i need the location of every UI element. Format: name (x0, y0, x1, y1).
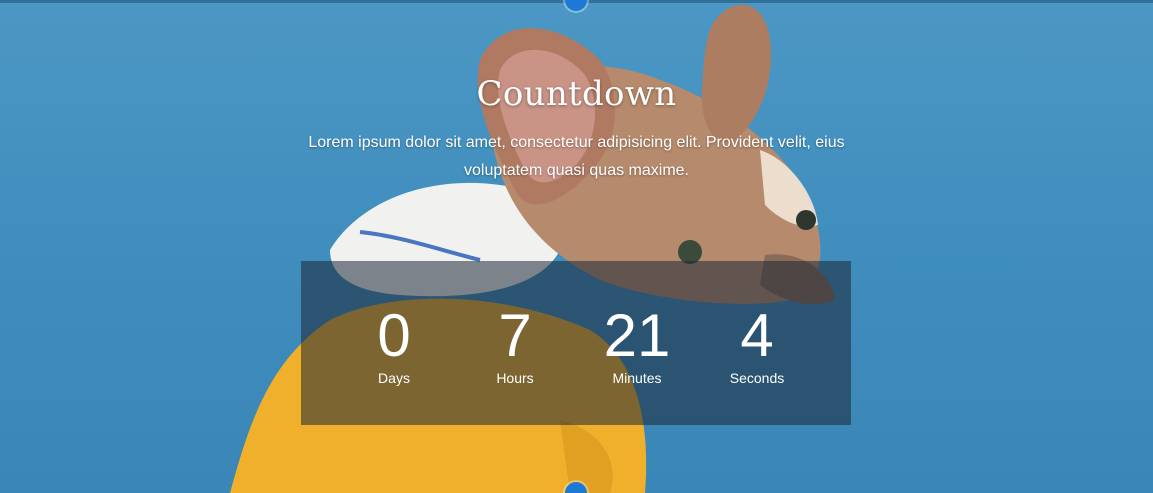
countdown-days: 0 Days (334, 303, 454, 387)
seconds-label: Seconds (729, 370, 785, 386)
countdown-minutes: 21 Minutes (577, 303, 697, 387)
countdown-seconds: 4 Seconds (697, 303, 817, 387)
countdown-panel: 0 Days 7 Hours 21 Minutes 4 Seconds (301, 261, 851, 425)
hours-label: Hours (496, 370, 534, 386)
countdown-hours: 7 Hours (455, 303, 575, 387)
days-label: Days (378, 370, 410, 386)
hero-section: Countdown Lorem ipsum dolor sit amet, co… (0, 0, 1153, 493)
hours-value: 7 (498, 302, 532, 369)
days-value: 0 (377, 302, 411, 369)
minutes-value: 21 (603, 302, 671, 369)
seconds-value: 4 (740, 302, 774, 369)
minutes-label: Minutes (612, 370, 662, 386)
page-title: Countdown (476, 74, 677, 114)
page-description: Lorem ipsum dolor sit amet, consectetur … (308, 134, 845, 179)
